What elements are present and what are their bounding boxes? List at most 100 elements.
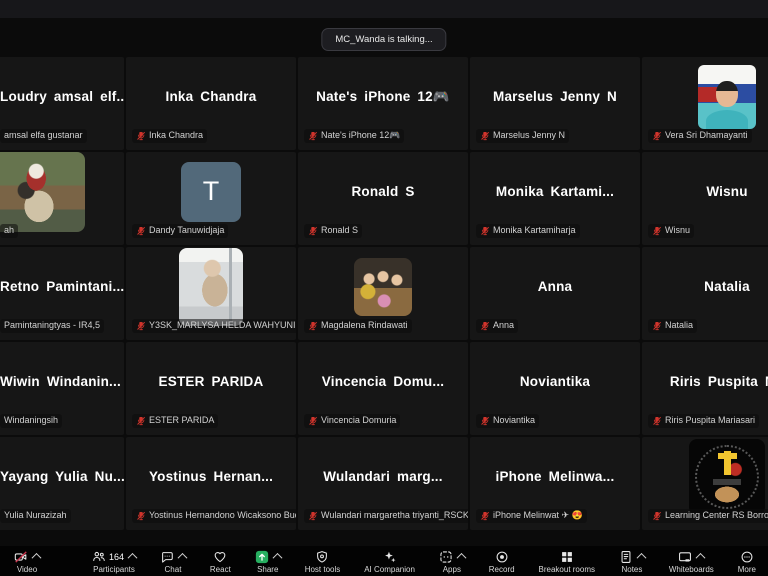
participant-tile[interactable]: Vera Sri Dhamayanti: [642, 57, 768, 150]
avatar: [179, 248, 243, 326]
participant-tile[interactable]: Noviantika Noviantika: [470, 342, 640, 435]
participant-label-text: Nate's iPhone 12🎮: [321, 130, 400, 142]
mic-muted-icon: [652, 226, 662, 236]
toolbar-item-label: Participants: [93, 566, 135, 574]
share-button[interactable]: Share: [255, 549, 281, 574]
participant-tile[interactable]: Monika Kartami... Monika Kartamiharja: [470, 152, 640, 245]
mic-muted-icon: [480, 131, 490, 141]
chat-button[interactable]: Chat: [160, 549, 186, 574]
participant-tile[interactable]: T Dandy Tanuwidjaja: [126, 152, 296, 245]
participant-name-label: Pamintaningtyas - IR4,5: [0, 319, 104, 333]
react-button[interactable]: React: [210, 549, 231, 574]
participants-icon: [92, 550, 106, 564]
chevron-up-icon[interactable]: [272, 553, 282, 563]
participant-name-label: Ronald S: [304, 224, 362, 238]
mic-muted-icon: [652, 416, 662, 426]
participant-tile[interactable]: Anna Anna: [470, 247, 640, 340]
breakout-rooms-button[interactable]: Breakout rooms: [539, 549, 595, 574]
participant-tile[interactable]: Wisnu Wisnu: [642, 152, 768, 245]
participant-tile[interactable]: Magdalena Rindawati: [298, 247, 468, 340]
mic-muted-icon: [136, 416, 146, 426]
zoom-meeting-window: MC_Wanda is talking... Loudry amsal elf.…: [0, 0, 768, 576]
participant-name: Monika Kartami...: [496, 184, 614, 199]
mic-muted-icon: [480, 226, 490, 236]
participant-name-label: Noviantika: [476, 414, 539, 428]
participant-tile[interactable]: iPhone Melinwa... iPhone Melinwat ✈ 😍: [470, 437, 640, 530]
participant-label-text: Y3SK_MARLYSA HELDA WAHYUNI: [149, 320, 296, 332]
toolbar-item-label: Video: [17, 566, 37, 574]
chevron-up-icon[interactable]: [32, 553, 42, 563]
participant-tile[interactable]: Yayang Yulia Nu... Yulia Nurazizah: [0, 437, 124, 530]
participant-name: Riris Puspita Ma: [670, 374, 768, 389]
chevron-up-icon[interactable]: [178, 553, 188, 563]
notes-button[interactable]: Notes: [619, 549, 645, 574]
record-button[interactable]: Record: [489, 549, 515, 574]
participant-label-text: Inka Chandra: [149, 130, 203, 142]
participant-tile[interactable]: ESTER PARIDA ESTER PARIDA: [126, 342, 296, 435]
participant-tile[interactable]: Marselus Jenny N Marselus Jenny N: [470, 57, 640, 150]
participant-name: Wisnu: [706, 184, 747, 199]
participant-tile[interactable]: Learning Center RS Borromeus: [642, 437, 768, 530]
participant-label-text: Riris Puspita Mariasari: [665, 415, 755, 427]
breakout-rooms-icon: [560, 550, 574, 564]
mic-muted-icon: [136, 511, 146, 521]
participant-name: Retno Pamintani...: [0, 279, 124, 294]
participant-tile[interactable]: Retno Pamintani... Pamintaningtyas - IR4…: [0, 247, 124, 340]
participant-name: Anna: [538, 279, 573, 294]
participant-tile[interactable]: Ronald S Ronald S: [298, 152, 468, 245]
mic-muted-icon: [308, 511, 318, 521]
avatar: T: [181, 162, 241, 222]
participant-tile[interactable]: Y3SK_MARLYSA HELDA WAHYUNI: [126, 247, 296, 340]
whiteboards-button[interactable]: Whiteboards: [669, 549, 714, 574]
participant-name-label: ESTER PARIDA: [132, 414, 218, 428]
participant-name-label: Dandy Tanuwidjaja: [132, 224, 228, 238]
toolbar-item-label: Host tools: [305, 566, 341, 574]
participant-gallery: Loudry amsal elf... amsal elfa gustanar …: [0, 57, 768, 530]
participant-tile[interactable]: Nate's iPhone 12🎮 Nate's iPhone 12🎮: [298, 57, 468, 150]
participant-tile[interactable]: Loudry amsal elf... amsal elfa gustanar: [0, 57, 124, 150]
participant-name-label: Inka Chandra: [132, 129, 207, 143]
participant-tile[interactable]: Vincencia Domu... Vincencia Domuria: [298, 342, 468, 435]
participant-name-label: Nate's iPhone 12🎮: [304, 129, 404, 143]
participant-label-text: Ronald S: [321, 225, 358, 237]
participant-name-label: Y3SK_MARLYSA HELDA WAHYUNI: [132, 319, 296, 333]
mic-muted-icon: [480, 511, 490, 521]
participant-tile[interactable]: Natalia Natalia: [642, 247, 768, 340]
participant-label-text: Windaningsih: [4, 415, 58, 427]
participant-name: Nate's iPhone 12🎮: [316, 89, 450, 105]
participant-tile[interactable]: Riris Puspita Ma Riris Puspita Mariasari: [642, 342, 768, 435]
participant-tile[interactable]: Inka Chandra Inka Chandra: [126, 57, 296, 150]
participant-name-label: Anna: [476, 319, 518, 333]
participant-name-label: Wulandari margaretha triyanti_RSCK: [304, 509, 468, 523]
avatar: [689, 439, 765, 515]
host-tools-button[interactable]: Host tools: [305, 549, 341, 574]
participant-label-text: Yulia Nurazizah: [4, 510, 67, 522]
participant-label-text: Vincencia Domuria: [321, 415, 396, 427]
ai-companion-button[interactable]: AI Companion: [364, 549, 415, 574]
chevron-up-icon[interactable]: [128, 553, 138, 563]
participant-name-label: Monika Kartamiharja: [476, 224, 580, 238]
mic-muted-icon: [308, 321, 318, 331]
toolbar-item-label: More: [738, 566, 756, 574]
participant-tile[interactable]: ah: [0, 152, 124, 245]
participant-name: Yostinus Hernan...: [149, 469, 273, 484]
video-button[interactable]: Video: [14, 549, 40, 574]
participant-label-text: Anna: [493, 320, 514, 332]
participant-label-text: Dandy Tanuwidjaja: [149, 225, 224, 237]
mic-muted-icon: [136, 321, 146, 331]
chevron-up-icon[interactable]: [636, 553, 646, 563]
participant-tile[interactable]: Wulandari marg... Wulandari margaretha t…: [298, 437, 468, 530]
participant-name-label: Yostinus Hernandono Wicaksono Budi: [132, 509, 296, 523]
toolbar-item-label: Whiteboards: [669, 566, 714, 574]
mic-muted-icon: [308, 226, 318, 236]
participants-button[interactable]: 164 Participants: [92, 549, 136, 574]
participant-tile[interactable]: Wiwin Windanin... Windaningsih: [0, 342, 124, 435]
participant-name-label: amsal elfa gustanar: [0, 129, 87, 143]
participant-label-text: Magdalena Rindawati: [321, 320, 408, 332]
participant-tile[interactable]: Yostinus Hernan... Yostinus Hernandono W…: [126, 437, 296, 530]
avatar: [0, 152, 85, 232]
chevron-up-icon[interactable]: [696, 553, 706, 563]
apps-button[interactable]: Apps: [439, 549, 465, 574]
chevron-up-icon[interactable]: [456, 553, 466, 563]
more-button[interactable]: More: [738, 549, 756, 574]
